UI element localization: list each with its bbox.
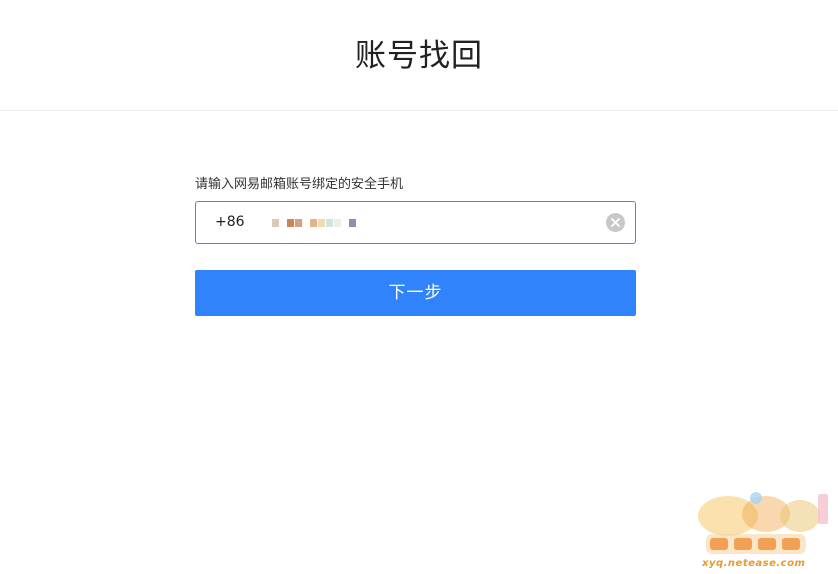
watermark-url: xyq.netease.com (702, 558, 806, 569)
masked-phone-number (272, 218, 357, 227)
recovery-form: 请输入网易邮箱账号绑定的安全手机 +86 下一步 (195, 176, 636, 316)
header: 账号找回 (0, 0, 838, 111)
game-logo-watermark: xyq.netease.com (690, 486, 830, 570)
country-code[interactable]: +86 (215, 202, 245, 243)
clear-icon[interactable] (606, 213, 625, 232)
phone-input[interactable]: +86 (195, 201, 636, 244)
next-button[interactable]: 下一步 (195, 270, 636, 316)
page-title: 账号找回 (355, 38, 483, 74)
phone-prompt-label: 请输入网易邮箱账号绑定的安全手机 (195, 177, 404, 192)
